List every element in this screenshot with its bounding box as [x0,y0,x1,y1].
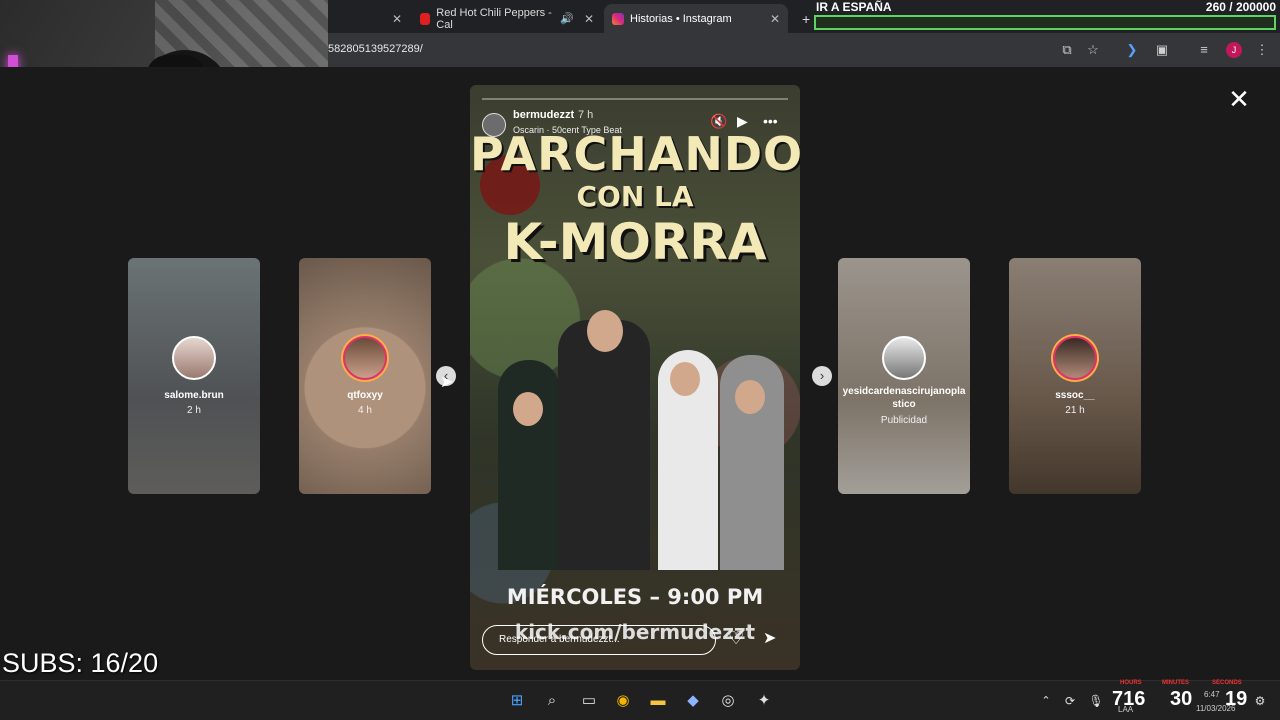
story-progress-bar [482,98,788,100]
taskbar: ⊞ ⌕ ▭ ◉ ▬ ◆ ◎ ✦ ⌃ ⟳ 🎙 ⚙ [0,680,1280,720]
task-view-icon[interactable]: ▭ [579,691,599,711]
instagram-icon [612,12,624,25]
story-card-sssoc[interactable]: sssoc__ 21 h [1009,258,1141,494]
tray-chevron-icon[interactable]: ⌃ [1036,691,1056,711]
poster-title-line2: CON LA [576,180,694,213]
menu-kebab-icon[interactable]: ⋮ [1254,42,1270,58]
tab-youtube[interactable]: Red Hot Chili Peppers - Cal 🔊 ✕ [412,4,602,33]
obs-icon[interactable]: ◎ [718,691,738,711]
puzzle-icon[interactable]: ▣ [1154,42,1170,58]
app-icon[interactable]: ◆ [683,691,703,711]
extension-icon[interactable]: ❯ [1124,42,1140,58]
windows-start-icon[interactable]: ⊞ [507,691,527,711]
group-photo [470,270,800,570]
microphone-icon[interactable]: 🎙 [1086,691,1106,711]
story-username: yesidcardenascirujanopla stico [842,386,966,410]
main-story[interactable]: bermudezzt 7 h Oscarin · 50cent Type Bea… [470,85,800,670]
story-username[interactable]: bermudezzt [513,109,574,121]
next-story-button[interactable]: › [812,366,832,386]
screen: ✕ Red Hot Chili Peppers - Cal 🔊 ✕ Histor… [0,0,1280,720]
install-icon[interactable]: ⧉ [1059,42,1075,58]
story-age: 21 h [1065,405,1085,416]
story-age: Publicidad [880,415,928,426]
avatar [1053,336,1097,380]
goal-label: IR A ESPAÑA [816,0,892,14]
search-icon[interactable]: ⌕ [542,691,562,711]
story-card-salome[interactable]: salome.brun 2 h [128,258,260,494]
tab-title: Historias • Instagram [630,12,732,25]
system-time[interactable]: 6:47 [1204,690,1220,699]
bookmark-star-icon[interactable]: ☆ [1085,42,1101,58]
speaker-icon[interactable]: 🔊 [560,12,574,25]
subs-counter: SUBS: 16/20 [2,648,159,678]
file-explorer-icon[interactable]: ▬ [648,691,668,711]
media-control-icon[interactable]: ≡ [1196,42,1212,58]
chrome-icon[interactable]: ◉ [613,691,633,711]
url-text[interactable]: 582805139527289/ [328,43,423,55]
send-icon[interactable]: ➤ [763,628,776,648]
goal-count: 260 / 200000 [1205,0,1276,14]
youtube-icon [420,12,431,25]
seconds-label: SECONDS [1212,680,1242,686]
hours-label: HOURS [1120,680,1142,686]
close-icon[interactable]: ✕ [584,12,594,26]
goal-progress-bar [814,15,1276,30]
sync-icon[interactable]: ⟳ [1060,691,1080,711]
story-age: 4 h [358,405,372,416]
story-age: 2 h [187,405,201,416]
avatar [172,336,216,380]
poster-title-line1: PARCHANDO [470,127,800,181]
tab-title: Red Hot Chili Peppers - Cal [436,6,552,31]
close-icon[interactable]: ✕ [770,12,780,26]
mouse-cursor-icon: ➤ [440,374,454,391]
close-icon[interactable]: ✕ [392,12,402,26]
story-card-qtfoxyy[interactable]: qtfoxyy 4 h [299,258,431,494]
tab-instagram[interactable]: Historias • Instagram ✕ [604,4,788,33]
reply-input[interactable]: Responder a bermudezzt... [482,625,716,655]
poster-date: MIÉRCOLES – 9:00 PM [506,585,764,609]
countdown-minutes: 30 [1170,688,1193,710]
story-card-yesid[interactable]: yesidcardenascirujanopla stico Publicida… [838,258,970,494]
new-tab-button[interactable]: + [794,4,814,33]
language-indicator[interactable]: LAA [1118,705,1133,714]
system-date[interactable]: 11/03/2026 [1196,704,1235,713]
story-username: sssoc__ [1055,390,1095,401]
tab-hidden[interactable]: ✕ [330,4,410,33]
discord-icon[interactable]: ✦ [754,691,774,711]
avatar [343,336,387,380]
story-username: salome.brun [164,390,224,401]
close-icon[interactable]: ✕ [1226,86,1252,112]
profile-avatar[interactable]: J [1226,42,1242,58]
notification-icon[interactable]: ⚙ [1250,691,1270,711]
like-heart-icon[interactable]: ♡ [728,628,744,649]
minutes-label: MINUTES [1162,680,1189,686]
poster-title-line3: K-MORRA [503,213,767,271]
avatar [882,336,926,380]
story-time: 7 h [578,109,594,121]
story-username: qtfoxyy [347,390,383,401]
